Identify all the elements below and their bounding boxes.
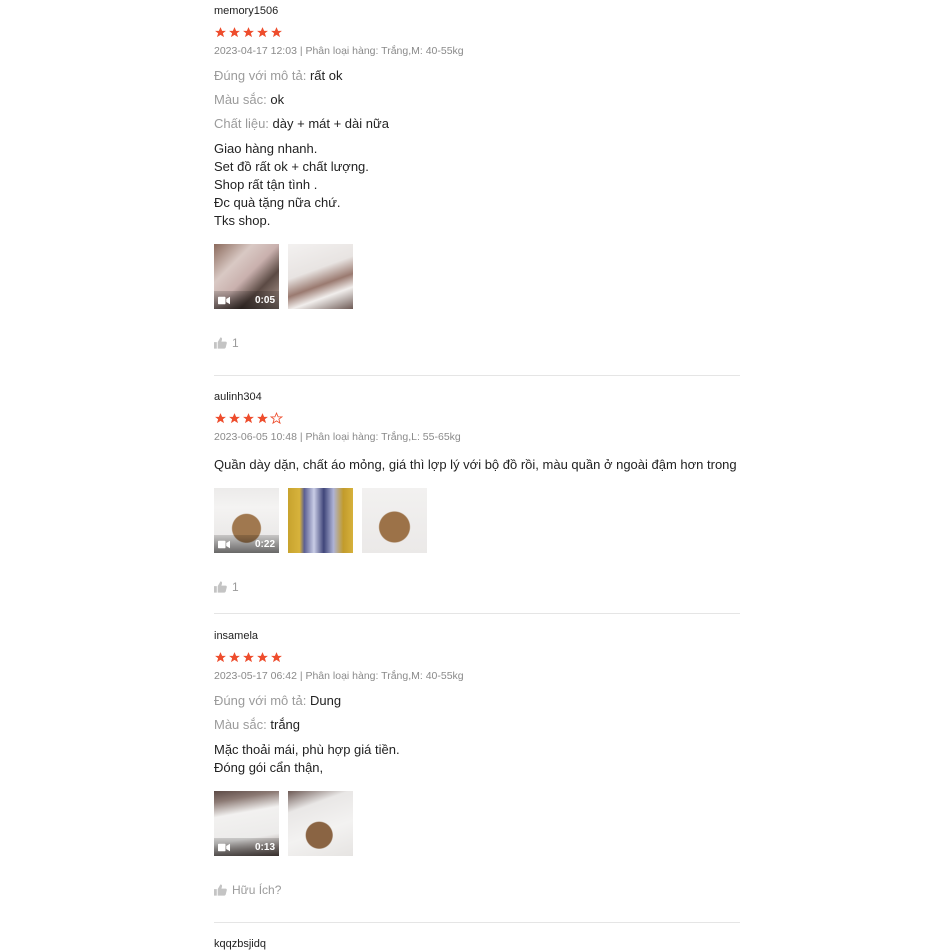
star-filled-icon bbox=[257, 27, 268, 38]
attribute-row: Màu sắc: ok bbox=[214, 92, 740, 108]
review-card: aulinh304 2023-06-05 10:48 | Phân loại h… bbox=[214, 390, 740, 595]
star-filled-icon bbox=[215, 413, 226, 424]
review-attributes: Đúng với mô tả: rất ok Màu sắc: ok Chất … bbox=[214, 68, 740, 132]
star-filled-icon bbox=[243, 652, 254, 663]
like-count: 1 bbox=[232, 336, 239, 350]
attribute-label: Màu sắc: bbox=[214, 717, 267, 732]
video-duration: 0:05 bbox=[254, 294, 275, 306]
attribute-row: Chất liệu: dày + mát + dài nữa bbox=[214, 116, 740, 132]
star-filled-icon bbox=[215, 652, 226, 663]
attribute-value: Dung bbox=[309, 693, 342, 708]
helpful-button[interactable]: Hữu Ích? bbox=[214, 882, 740, 898]
like-button[interactable]: 1 bbox=[214, 579, 740, 595]
review-media: 0:05 bbox=[214, 244, 740, 309]
review-text: Giao hàng nhanh. Set đồ rất ok + chất lư… bbox=[214, 141, 369, 228]
video-duration: 0:22 bbox=[254, 538, 275, 550]
helpful-label: Hữu Ích? bbox=[232, 883, 282, 897]
thumbs-up-icon bbox=[214, 337, 227, 349]
review-video-thumbnail[interactable]: 0:22 bbox=[214, 488, 279, 553]
video-badge: 0:13 bbox=[214, 838, 279, 856]
video-badge: 0:05 bbox=[214, 291, 279, 309]
review-card: memory1506 2023-04-17 12:03 | Phân loại … bbox=[214, 4, 740, 351]
star-filled-icon bbox=[257, 413, 268, 424]
attribute-row: Màu sắc: trắng bbox=[214, 717, 740, 733]
attribute-label: Đúng với mô tả: bbox=[214, 68, 307, 83]
thumbs-up-icon bbox=[214, 581, 227, 593]
rating-stars bbox=[214, 651, 740, 665]
star-filled-icon bbox=[243, 27, 254, 38]
review-image-thumbnail[interactable] bbox=[288, 791, 353, 856]
like-button[interactable]: 1 bbox=[214, 335, 740, 351]
like-count: 1 bbox=[232, 580, 239, 594]
review-divider bbox=[214, 375, 740, 376]
attribute-value: dày + mát + dài nữa bbox=[272, 116, 389, 131]
video-camera-icon bbox=[218, 296, 230, 304]
thumbs-up-icon bbox=[214, 884, 227, 896]
video-camera-icon bbox=[218, 843, 230, 851]
star-filled-icon bbox=[215, 27, 226, 38]
review-text: Mặc thoải mái, phù hợp giá tiền. Đóng gó… bbox=[214, 742, 400, 775]
review-text: Quần dày dặn, chất áo mỏng, giá thì lợp … bbox=[214, 457, 740, 472]
star-filled-icon bbox=[271, 652, 282, 663]
review-image-thumbnail[interactable] bbox=[362, 488, 427, 553]
reviewer-username[interactable]: kqqzbsjidq bbox=[214, 937, 740, 951]
reviewer-username[interactable]: insamela bbox=[214, 629, 740, 643]
review-media: 0:13 bbox=[214, 791, 740, 856]
review-media: 0:22 bbox=[214, 488, 740, 553]
review-divider bbox=[214, 922, 740, 923]
review-attributes: Đúng với mô tả: Dung Màu sắc: trắng bbox=[214, 693, 740, 733]
video-badge: 0:22 bbox=[214, 535, 279, 553]
review-card: insamela 2023-05-17 06:42 | Phân loại hà… bbox=[214, 629, 740, 898]
star-filled-icon bbox=[229, 652, 240, 663]
attribute-row: Đúng với mô tả: Dung bbox=[214, 693, 740, 709]
review-meta: 2023-06-05 10:48 | Phân loại hàng: Trắng… bbox=[214, 431, 461, 443]
attribute-value: trắng bbox=[270, 717, 301, 732]
attribute-label: Đúng với mô tả: bbox=[214, 693, 307, 708]
star-filled-icon bbox=[229, 27, 240, 38]
attribute-value: rất ok bbox=[309, 68, 343, 83]
star-filled-icon bbox=[229, 413, 240, 424]
star-filled-icon bbox=[257, 652, 268, 663]
rating-stars bbox=[214, 26, 740, 40]
review-video-thumbnail[interactable]: 0:05 bbox=[214, 244, 279, 309]
star-filled-icon bbox=[271, 27, 282, 38]
review-divider bbox=[214, 613, 740, 614]
review-image-thumbnail[interactable] bbox=[288, 488, 353, 553]
star-empty-icon bbox=[270, 412, 283, 425]
rating-stars bbox=[214, 412, 740, 426]
review-meta: 2023-04-17 12:03 | Phân loại hàng: Trắng… bbox=[214, 45, 464, 57]
video-duration: 0:13 bbox=[254, 841, 275, 853]
attribute-row: Đúng với mô tả: rất ok bbox=[214, 68, 740, 84]
attribute-label: Màu sắc: bbox=[214, 92, 267, 107]
attribute-label: Chất liệu: bbox=[214, 116, 269, 131]
reviewer-username[interactable]: aulinh304 bbox=[214, 390, 740, 404]
review-image-thumbnail[interactable] bbox=[288, 244, 353, 309]
video-camera-icon bbox=[218, 540, 230, 548]
review-video-thumbnail[interactable]: 0:13 bbox=[214, 791, 279, 856]
reviewer-username[interactable]: memory1506 bbox=[214, 4, 740, 18]
attribute-value: ok bbox=[270, 92, 285, 107]
review-meta: 2023-05-17 06:42 | Phân loại hàng: Trắng… bbox=[214, 670, 464, 682]
star-filled-icon bbox=[243, 413, 254, 424]
review-card: kqqzbsjidq bbox=[214, 937, 740, 951]
